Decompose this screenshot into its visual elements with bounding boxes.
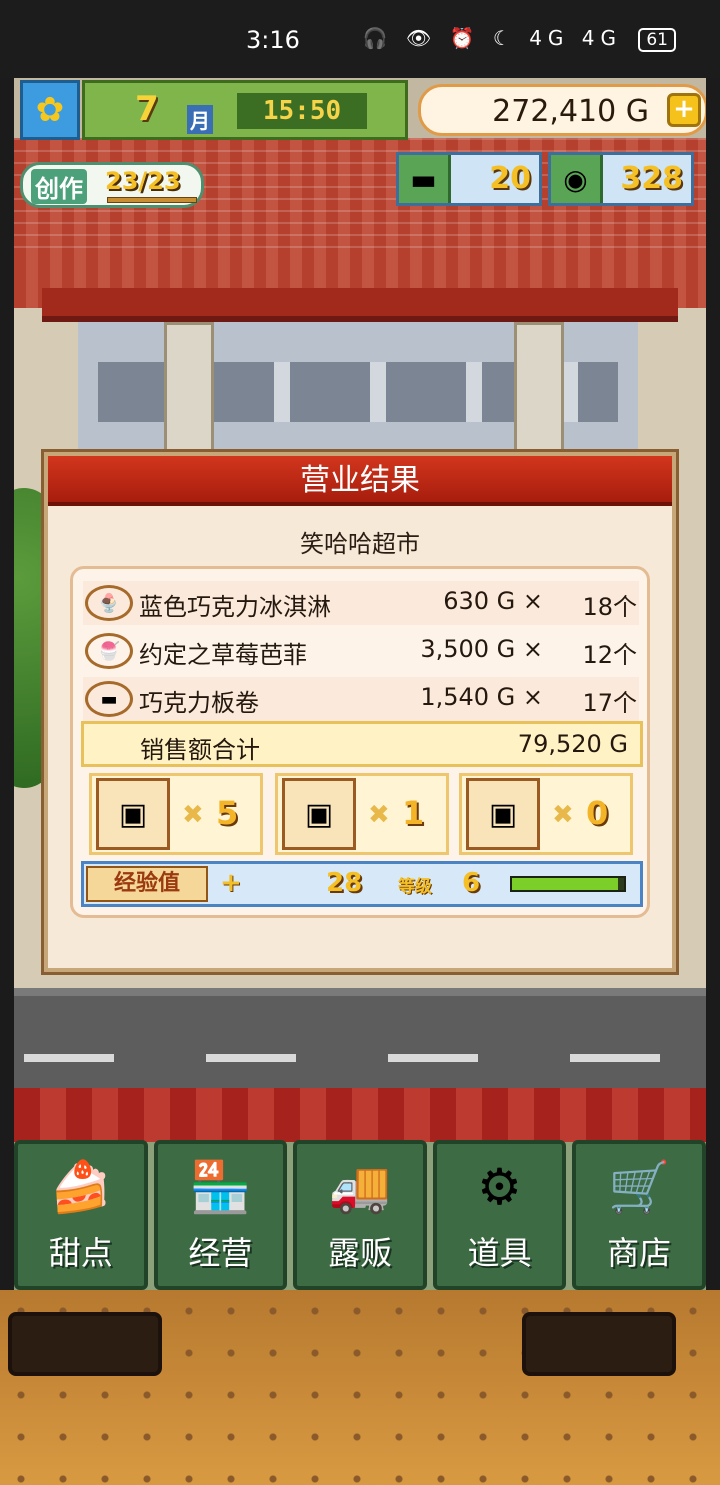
nav-dessert-button[interactable]: 🍰 甜点 [14, 1140, 148, 1290]
experience-gain: 28 [326, 868, 363, 898]
experience-label: 经验值 [86, 866, 208, 902]
road-marking [570, 1054, 660, 1062]
item-quantity: 18个 [582, 593, 637, 621]
food-truck-icon: 🚚 [328, 1158, 392, 1216]
nav-label: 甜点 [48, 1234, 113, 1272]
nav-label: 商店 [607, 1234, 672, 1272]
red-chest-card: ▣ ✖ 5 [89, 773, 263, 855]
gold-bar-icon: ▬ [399, 155, 451, 203]
total-label: 销售额合计 [140, 736, 260, 764]
sunflower-icon[interactable]: ✿ [20, 80, 80, 140]
sales-item-row: 🍧 约定之草莓芭菲 3,500 G × 12个 [83, 629, 639, 673]
times-icon: ✖ [182, 800, 204, 830]
chest-count: 5 [216, 794, 239, 832]
total-value: 79,520 G [517, 730, 628, 758]
silver-coin-counter: ◉ 328 [548, 152, 694, 206]
sales-item-row: ▬ 巧克力板卷 1,540 G × 17个 [83, 677, 639, 721]
chocolate-roll-icon: ▬ [85, 681, 133, 717]
shop-pillar [164, 322, 214, 462]
creation-progress [107, 197, 197, 203]
gold-counter: 272,410 G + [418, 84, 706, 136]
item-price: 1,540 G × [420, 683, 543, 711]
bottom-tray [0, 1290, 720, 1485]
level-progress-fill [512, 878, 619, 890]
item-name: 蓝色巧克力冰淇淋 [139, 593, 331, 621]
silver-coin-icon: ◉ [551, 155, 603, 203]
road [14, 988, 706, 1088]
gold-chest-icon: ▣ [466, 778, 540, 850]
creation-badge[interactable]: 创作 23/23 [20, 162, 204, 208]
date-display: 7 月 15:50 [82, 80, 408, 140]
sales-item-row: 🍨 蓝色巧克力冰淇淋 630 G × 18个 [83, 581, 639, 625]
gold-bar-count: 20 [489, 161, 531, 196]
business-result-panel[interactable]: 营业结果 笑哈哈超市 🍨 蓝色巧克力冰淇淋 630 G × 18个 🍧 约定之草… [44, 452, 676, 972]
parfait-icon: 🍧 [85, 633, 133, 669]
month-number: 7 [135, 89, 159, 129]
shop-name: 笑哈哈超市 [300, 530, 420, 558]
nav-label: 道具 [467, 1234, 532, 1272]
store-icon: 🏪 [189, 1158, 252, 1216]
item-quantity: 17个 [582, 689, 637, 717]
red-chest-icon: ▣ [96, 778, 170, 850]
red-carpet [14, 1088, 706, 1142]
status-icons-text: 🎧 👁 ⏰ ☾ 4G 4G [362, 26, 622, 50]
road-marking [24, 1054, 114, 1062]
battery-icon: 61 [638, 28, 676, 52]
tray-slot-left [8, 1312, 162, 1376]
bottom-nav: 🍰 甜点 🏪 经营 🚚 露贩 ⚙ 道具 🛒 商店 [14, 1140, 706, 1290]
sales-list: 🍨 蓝色巧克力冰淇淋 630 G × 18个 🍧 约定之草莓芭菲 3,500 G… [73, 569, 647, 721]
item-name: 约定之草莓芭菲 [139, 641, 307, 669]
ice-cream-icon: 🍨 [85, 585, 133, 621]
add-gold-button[interactable]: + [667, 93, 701, 127]
nav-label: 经营 [188, 1234, 253, 1272]
status-icons: 🎧 👁 ⏰ ☾ 4G 4G 61 [363, 26, 676, 52]
experience-bar: 经验值 + 28 等级 6 [81, 861, 643, 907]
gold-chest-card: ▣ ✖ 0 [459, 773, 633, 855]
gold-amount: 272,410 G [492, 94, 649, 129]
panel-title: 营业结果 [48, 456, 672, 506]
tray-slot-right [522, 1312, 676, 1376]
item-quantity: 12个 [582, 641, 637, 669]
level-progress-track [510, 876, 626, 892]
top-bar: ✿ 7 月 15:50 272,410 G + [20, 80, 706, 144]
times-icon: ✖ [552, 800, 574, 830]
nav-business-button[interactable]: 🏪 经营 [153, 1140, 288, 1290]
nav-label: 露贩 [327, 1234, 392, 1272]
creation-label: 创作 [31, 169, 87, 204]
road-marking [388, 1054, 478, 1062]
sales-total-row: 销售额合计 79,520 G [81, 721, 643, 767]
creation-count: 23/23 [105, 167, 181, 195]
level-value: 6 [462, 868, 481, 898]
status-bar: 3:16 🎧 👁 ⏰ ☾ 4G 4G 61 [0, 0, 720, 78]
result-details: 🍨 蓝色巧克力冰淇淋 630 G × 18个 🍧 约定之草莓芭菲 3,500 G… [70, 566, 650, 918]
shopping-cart-icon: 🛒 [608, 1158, 671, 1216]
times-icon: ✖ [368, 800, 390, 830]
level-label: 等级 [398, 877, 432, 897]
game-clock: 15:50 [237, 93, 367, 129]
plus-icon: + [220, 868, 242, 898]
nav-stall-button[interactable]: 🚚 露贩 [293, 1140, 427, 1290]
gear-bag-icon: ⚙ [477, 1158, 522, 1216]
gold-bar-counter: ▬ 20 [396, 152, 542, 206]
silver-coin-count: 328 [620, 161, 683, 196]
month-unit: 月 [187, 105, 213, 134]
shop-pillar [514, 322, 564, 462]
status-time: 3:16 [246, 26, 300, 54]
cake-icon: 🍰 [49, 1158, 112, 1216]
awning-beam [42, 288, 678, 322]
silver-chest-icon: ▣ [282, 778, 356, 850]
chest-count: 1 [402, 794, 425, 832]
chest-count: 0 [586, 794, 609, 832]
nav-items-button[interactable]: ⚙ 道具 [432, 1140, 567, 1290]
road-marking [206, 1054, 296, 1062]
item-price: 630 G × [443, 587, 543, 615]
item-price: 3,500 G × [420, 635, 543, 663]
silver-chest-card: ▣ ✖ 1 [275, 773, 449, 855]
nav-shop-button[interactable]: 🛒 商店 [572, 1140, 706, 1290]
item-name: 巧克力板卷 [139, 689, 259, 717]
